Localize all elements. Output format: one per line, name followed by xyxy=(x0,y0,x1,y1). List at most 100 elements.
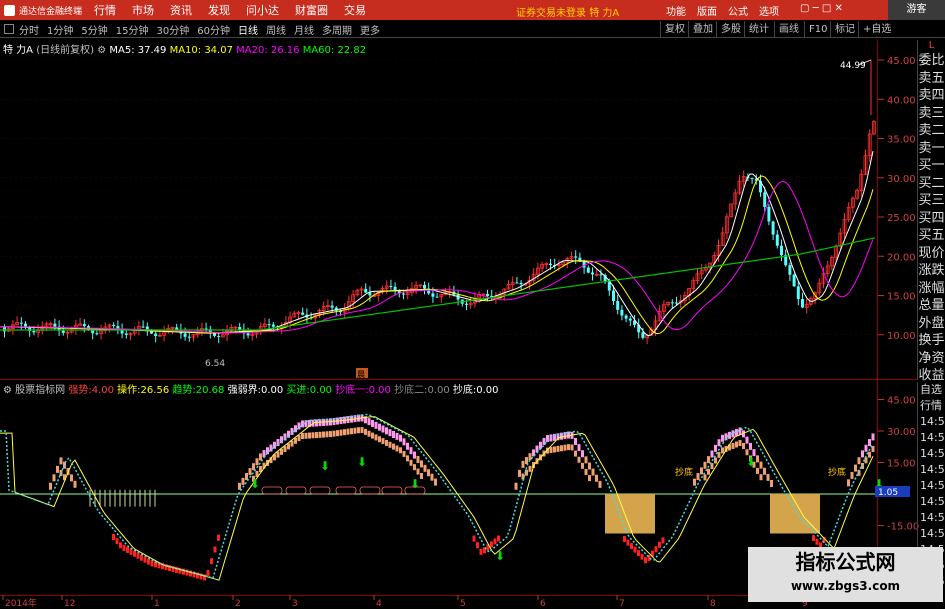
osc-block xyxy=(745,436,749,444)
tick-item[interactable]: 自选 xyxy=(918,382,945,398)
signal-arch xyxy=(359,486,381,495)
bottom-zone xyxy=(770,494,820,534)
side-item[interactable]: 买五 xyxy=(918,227,945,245)
osc-block xyxy=(518,469,521,477)
candle-body xyxy=(620,309,624,316)
candle-body xyxy=(574,256,578,258)
candle-body xyxy=(124,333,128,335)
osc-block xyxy=(374,421,378,429)
x-tick-label: 1 xyxy=(154,599,160,609)
y-tick-label: 35.00 xyxy=(887,135,916,146)
osc-block xyxy=(703,461,707,469)
osc-block xyxy=(147,558,150,565)
side-item[interactable]: 卖二 xyxy=(918,122,945,140)
tick-item[interactable]: 14:5 xyxy=(918,526,945,542)
osc-block xyxy=(525,457,528,465)
osc-block xyxy=(731,442,735,449)
tick-item[interactable]: 行情 xyxy=(918,398,945,414)
side-item[interactable]: 换手 xyxy=(918,332,945,350)
osc-block xyxy=(290,440,294,447)
osc-block xyxy=(633,546,637,553)
side-item[interactable]: 总量 xyxy=(918,297,945,315)
side-item[interactable]: 净资 xyxy=(918,350,945,368)
osc-block xyxy=(294,437,297,444)
side-item[interactable]: 买二 xyxy=(918,175,945,193)
side-item[interactable]: 涨跌 xyxy=(918,262,945,280)
ind-y-tick-label: 45.00 xyxy=(887,396,916,407)
main-candles xyxy=(3,60,876,345)
candle-body xyxy=(145,326,149,330)
tick-item[interactable]: 14:5 xyxy=(918,462,945,478)
osc-block xyxy=(598,480,602,488)
osc-block xyxy=(409,459,413,466)
osc-block xyxy=(644,557,647,564)
side-item[interactable]: 外盘 xyxy=(918,315,945,333)
osc-block xyxy=(693,478,696,486)
osc-block xyxy=(52,474,56,482)
osc-block xyxy=(584,468,588,475)
side-item[interactable]: 卖四 xyxy=(918,87,945,105)
osc-block xyxy=(493,538,497,545)
osc-block xyxy=(409,447,413,455)
side-item[interactable]: 涨幅 xyxy=(918,280,945,298)
osc-block xyxy=(857,457,861,465)
side-item[interactable]: 卖五 xyxy=(918,70,945,88)
side-item[interactable]: 买三 xyxy=(918,192,945,210)
tick-item[interactable]: 14:5 xyxy=(918,430,945,446)
osc-block xyxy=(749,442,752,450)
osc-block xyxy=(640,553,644,560)
osc-block xyxy=(287,443,290,450)
candle-body xyxy=(767,206,771,222)
osc-block xyxy=(325,431,329,438)
buy-arrow: ⬇ xyxy=(357,455,367,469)
tick-item[interactable]: 14:5 xyxy=(918,414,945,430)
x-tick-label: 5 xyxy=(460,599,466,609)
signal-arch xyxy=(381,486,403,495)
osc-block xyxy=(584,456,588,464)
osc-block xyxy=(717,439,721,447)
osc-block xyxy=(420,473,423,479)
signal-arch xyxy=(335,486,357,495)
osc-block xyxy=(556,445,560,452)
osc-block xyxy=(549,447,553,454)
candle-body xyxy=(431,293,435,297)
osc-block xyxy=(416,455,420,463)
candle-body xyxy=(32,330,36,333)
osc-block xyxy=(696,473,700,481)
watermark-title: 指标公式网 xyxy=(795,550,896,574)
osc-block xyxy=(420,460,423,468)
chart-svg[interactable]: 45.00 40.00 35.00 30.00 25.00 20.00 15.00 10.00… xyxy=(0,0,945,609)
osc-block xyxy=(416,468,420,475)
osc-block xyxy=(868,451,871,458)
osc-block xyxy=(630,543,633,550)
candle-body xyxy=(515,282,519,284)
tick-item[interactable]: 14:5 xyxy=(918,478,945,494)
side-item[interactable]: 买一 xyxy=(918,157,945,175)
osc-block xyxy=(367,430,371,437)
signal-arch xyxy=(285,486,307,495)
candle-body xyxy=(175,327,179,330)
osc-block xyxy=(864,457,868,464)
y-tick-label: 20.00 xyxy=(887,252,916,263)
osc-block xyxy=(241,477,245,485)
watermark-url: www.zbgs3.com xyxy=(790,579,901,593)
y-tick-label: 10.00 xyxy=(887,331,916,342)
candle-body xyxy=(780,245,783,256)
candle-body xyxy=(141,326,145,328)
ma20-line xyxy=(0,180,874,334)
tick-item[interactable]: 14:5 xyxy=(918,510,945,526)
tick-item[interactable]: 14:5 xyxy=(918,446,945,462)
side-item[interactable]: 委比 xyxy=(918,52,945,70)
candle-body xyxy=(112,324,116,327)
side-item[interactable]: 现价 xyxy=(918,245,945,263)
y-tick-label: 25.00 xyxy=(887,213,916,224)
tick-item[interactable]: 14:5 xyxy=(918,494,945,510)
side-item[interactable]: 卖一 xyxy=(918,140,945,158)
osc-block xyxy=(539,441,542,449)
osc-block xyxy=(311,432,315,439)
osc-block xyxy=(623,536,626,543)
side-item[interactable]: 买四 xyxy=(918,210,945,228)
osc-block xyxy=(402,450,406,457)
osc-block xyxy=(385,439,388,446)
side-item[interactable]: 卖三 xyxy=(918,105,945,123)
